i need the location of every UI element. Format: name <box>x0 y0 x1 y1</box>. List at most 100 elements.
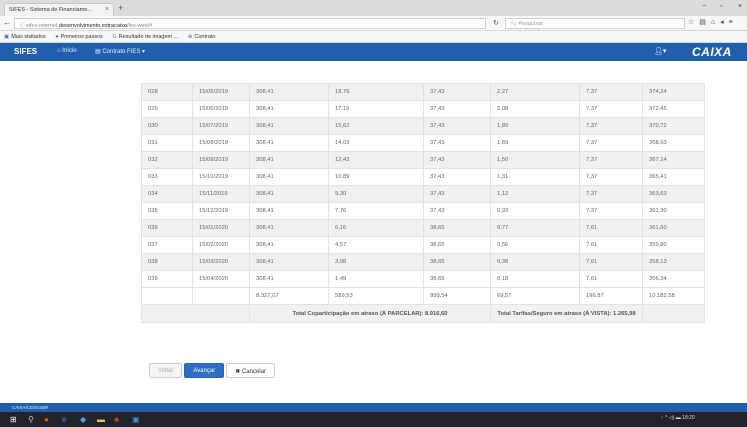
url-input[interactable]: ⓘ sifes-internet.desenvolvimento.extraca… <box>14 18 486 29</box>
caret-down-icon: ▾ <box>140 49 146 55</box>
table-cell: 363,63 <box>642 185 705 203</box>
search-icon[interactable]: ⚲ <box>28 415 34 424</box>
table-cell: 7,37 <box>579 168 643 186</box>
summary-coparticipacao: Total Coparticipação em atraso (À PARCEL… <box>249 304 491 323</box>
table-cell: 15,62 <box>328 117 424 135</box>
window-close-icon[interactable]: × <box>738 3 742 10</box>
table-cell: 029 <box>141 100 193 118</box>
ie-icon[interactable]: ◆ <box>80 415 86 424</box>
tab-title: SIFES - Sistema de Financiame... <box>9 7 92 13</box>
table-cell: 3,08 <box>328 253 424 271</box>
bookmark-label: Primeiros passos <box>60 34 103 40</box>
summary-end-cell <box>642 304 705 323</box>
bookmark-item[interactable]: ● Primeiros passos <box>55 34 103 40</box>
url-domain: desenvolvimento.extracaixa <box>59 23 127 29</box>
installments-table: 028 15/05/2019 308,41 18,76 37,43 2,27 7,37 374… <box>141 83 705 323</box>
table-cell: 308,41 <box>249 117 329 135</box>
nav-home-link[interactable]: ⌂ Início <box>57 48 77 54</box>
total-cell <box>141 287 193 305</box>
pocket-icon[interactable]: ◂ <box>720 19 729 26</box>
total-cell: 69,57 <box>490 287 580 305</box>
user-menu-icon[interactable]: 👤︎▾ <box>654 47 666 55</box>
table-cell: 7,37 <box>579 117 643 135</box>
system-tray: ♂ ^ ◁) ▬ 18:20 <box>660 415 695 421</box>
footer-text: CAIXA/CEDESBR <box>12 405 49 410</box>
table-row: 036 15/01/2020 308,41 6,16 38,65 0,77 7,61 361,… <box>141 219 705 237</box>
star-icon[interactable]: ☆ <box>688 19 699 26</box>
app-brand[interactable]: SIFES <box>14 47 37 56</box>
caixa-logo: CAIXA <box>692 45 732 59</box>
table-cell: 039 <box>141 270 193 288</box>
avancar-button[interactable]: Avançar <box>184 363 225 378</box>
total-cell: 10.182,58 <box>642 287 705 305</box>
table-cell: 12,43 <box>328 151 424 169</box>
bookmark-item[interactable]: ⊕ Contrato <box>188 34 216 40</box>
firefox-taskbar-icon[interactable]: ● <box>44 415 49 424</box>
table-cell: 356,34 <box>642 270 705 288</box>
table-row: 031 15/08/2019 308,41 14,03 37,43 1,69 7,37 368… <box>141 134 705 152</box>
minimize-icon[interactable]: − <box>702 3 706 10</box>
table-cell: 308,41 <box>249 236 329 254</box>
table-cell: 15/12/2019 <box>192 202 250 220</box>
table-cell: 308,41 <box>249 202 329 220</box>
table-cell: 033 <box>141 168 193 186</box>
total-cell: 8.327,07 <box>249 287 329 305</box>
search-input[interactable]: 🔍︎ Pesquisar <box>505 18 685 29</box>
table-cell: 7,37 <box>579 202 643 220</box>
new-tab-icon[interactable]: + <box>118 3 123 13</box>
table-cell: 38,65 <box>423 236 491 254</box>
clock: 18:20 <box>682 415 695 421</box>
summary-tarifas: Total Tarifas/Seguro em atraso (À VISTA)… <box>490 304 643 323</box>
nav-contrato-label: Contrato FIES <box>102 49 141 55</box>
table-cell: 367,14 <box>642 151 705 169</box>
cancelar-button[interactable]: ✖ Cancelar <box>226 363 275 378</box>
table-cell: 15/07/2019 <box>192 117 250 135</box>
edge-icon[interactable]: e <box>62 415 66 424</box>
info-icon: ⓘ <box>19 23 27 29</box>
maximize-icon[interactable]: ▫ <box>720 3 722 10</box>
table-row: 029 15/06/2019 308,41 17,16 37,43 2,08 7,37 372… <box>141 100 705 118</box>
table-cell: 370,72 <box>642 117 705 135</box>
bookmark-item[interactable]: ▣ Mais visitados <box>4 34 46 40</box>
menu-icon[interactable]: ≡ <box>729 19 738 26</box>
table-cell: 308,41 <box>249 253 329 271</box>
table-cell: 308,41 <box>249 100 329 118</box>
tray-icons[interactable]: ♂ ^ ◁) ▬ <box>660 415 682 421</box>
google-icon: G <box>112 34 117 40</box>
table-cell: 15/04/2020 <box>192 270 250 288</box>
windows-taskbar: ⊞ ⚲ ● e ◆ ▬ ♣ ▣ ♂ ^ ◁) ▬ 18:20 <box>0 412 747 427</box>
bookmarks-bar: ▣ Mais visitados ● Primeiros passos G Resul… <box>0 31 747 43</box>
globe-icon: ⊕ <box>187 34 193 40</box>
table-cell: 18,76 <box>328 83 424 101</box>
table-cell: 358,13 <box>642 253 705 271</box>
logo-text: CAIXA <box>692 45 732 59</box>
close-icon[interactable]: × <box>105 6 109 13</box>
table-cell: 308,41 <box>249 219 329 237</box>
table-cell: 7,76 <box>328 202 424 220</box>
table-cell: 361,90 <box>642 202 705 220</box>
folder-icon[interactable]: ▬ <box>97 415 105 424</box>
app-icon[interactable]: ♣ <box>114 415 119 424</box>
windows-start-icon[interactable]: ⊞ <box>10 415 17 424</box>
table-row: 032 15/09/2019 308,41 12,43 37,43 1,50 7,37 367… <box>141 151 705 169</box>
totals-row: 8.327,07 589,53 999,54 69,57 196,87 10.182,58 <box>141 287 705 305</box>
window-icon[interactable]: ▣ <box>132 415 140 424</box>
table-row: 033 15/10/2019 308,41 10,89 37,43 1,31 7,37 365… <box>141 168 705 186</box>
back-arrow-icon[interactable]: ← <box>3 18 11 27</box>
table-cell: 15/01/2020 <box>192 219 250 237</box>
home-icon[interactable]: ⌂ <box>711 19 720 26</box>
table-cell: 7,61 <box>579 270 643 288</box>
nav-contrato-dropdown[interactable]: ▤ Contrato FIES ▾ <box>95 48 145 55</box>
bookmark-item[interactable]: G Resultado de imagem ... <box>112 34 178 40</box>
total-cell: 196,87 <box>579 287 643 305</box>
reload-icon[interactable]: ↻ <box>493 19 499 27</box>
summary-empty-cell <box>141 304 250 323</box>
voltar-button[interactable]: Voltar <box>149 363 183 378</box>
library-icon[interactable]: ▤ <box>699 19 711 26</box>
table-cell: 2,08 <box>490 100 580 118</box>
table-cell: 0,38 <box>490 253 580 271</box>
url-prefix: sifes-internet. <box>26 23 60 29</box>
browser-tab[interactable]: SIFES - Sistema de Financiame... × <box>4 3 114 16</box>
table-cell: 4,57 <box>328 236 424 254</box>
firefox-icon: ● <box>55 34 59 40</box>
